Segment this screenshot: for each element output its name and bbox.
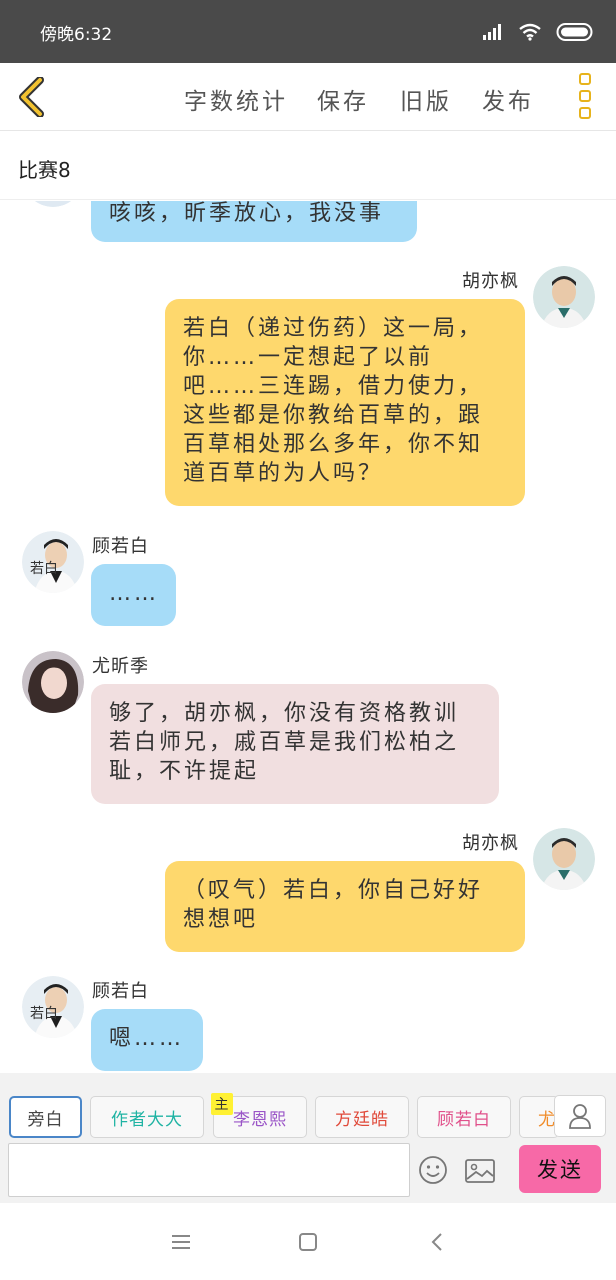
more-dot-icon	[579, 73, 591, 85]
image-icon	[465, 1159, 495, 1183]
avatar[interactable]	[533, 828, 595, 890]
more-menu-button[interactable]	[576, 73, 594, 119]
word-count-button[interactable]: 字数统计	[184, 82, 288, 116]
status-time: 傍晚6:32	[40, 25, 113, 45]
menu-nav-button[interactable]	[168, 1229, 194, 1255]
status-bar: 傍晚6:32	[0, 0, 616, 63]
message-bubble[interactable]: 咳咳，昕季放心，我没事	[91, 201, 417, 242]
character-chip-author[interactable]: 作者大大	[90, 1096, 204, 1138]
character-chip-label: 李恩熙	[233, 1109, 287, 1130]
character-bar: 旁白 作者大大 主 李恩熙 方廷皓 顾若白 尤 发送	[0, 1073, 616, 1203]
more-dot-icon	[579, 107, 591, 119]
story-title-bar[interactable]: 比赛8	[0, 132, 616, 200]
battery-icon	[556, 23, 593, 41]
more-dot-icon	[579, 90, 591, 102]
character-chip-label: 顾若白	[437, 1109, 491, 1130]
speaker-name: 顾若白	[92, 536, 149, 557]
message-bubble[interactable]: 嗯……	[91, 1009, 203, 1071]
editor-toolbar: 字数统计 保存 旧版 发布	[0, 63, 616, 131]
speaker-name: 胡亦枫	[462, 271, 519, 292]
emoji-button[interactable]	[418, 1155, 448, 1185]
insert-image-button[interactable]	[464, 1157, 496, 1185]
chat-area[interactable]: 咳咳，昕季放心，我没事 胡亦枫 若白（递过伤药）这一局，你……一定想起了以前吧……	[0, 201, 616, 1073]
character-chip-label: 方廷皓	[335, 1109, 389, 1130]
speaker-name: 顾若白	[92, 981, 149, 1002]
chevron-left-icon	[19, 77, 44, 117]
character-chip-gu-ruobai[interactable]: 顾若白	[417, 1096, 511, 1138]
signal-icon	[483, 24, 501, 40]
avatar[interactable]	[533, 266, 595, 328]
save-button[interactable]: 保存	[317, 82, 369, 116]
message-bubble[interactable]: 够了，胡亦枫，你没有资格教训若白师兄，戚百草是我们松柏之耻，不许提起	[91, 684, 499, 804]
character-chip-label: 旁白	[27, 1109, 64, 1130]
svg-text:若白: 若白	[30, 1006, 58, 1022]
main-character-badge: 主	[211, 1093, 233, 1115]
system-nav-bar	[0, 1203, 616, 1280]
menu-icon	[172, 1235, 190, 1249]
avatar[interactable]	[22, 201, 84, 207]
back-button[interactable]	[14, 75, 48, 119]
back-triangle-icon	[431, 1233, 442, 1251]
send-button[interactable]: 发送	[519, 1145, 601, 1193]
home-nav-button[interactable]	[295, 1229, 321, 1255]
avatar[interactable]: 若白	[22, 976, 84, 1038]
character-chip-you[interactable]: 尤	[519, 1096, 559, 1138]
message-bubble[interactable]: （叹气）若白，你自己好好想想吧	[165, 861, 525, 952]
speaker-name: 尤昕季	[92, 656, 149, 677]
speaker-name: 胡亦枫	[462, 833, 519, 854]
home-square-icon	[299, 1233, 317, 1251]
story-title: 比赛8	[18, 158, 71, 182]
publish-button[interactable]: 发布	[482, 82, 534, 116]
avatar[interactable]	[22, 651, 84, 713]
avatar[interactable]: 若白	[22, 531, 84, 593]
person-icon	[569, 1104, 591, 1129]
emoji-icon	[419, 1156, 447, 1184]
message-bubble[interactable]: ……	[91, 564, 176, 626]
add-character-button[interactable]	[554, 1095, 606, 1137]
status-icons	[482, 22, 596, 42]
message-bubble[interactable]: 若白（递过伤药）这一局，你……一定想起了以前吧……三连踢，借力使力，这些都是你教…	[165, 299, 525, 506]
old-version-button[interactable]: 旧版	[400, 82, 452, 116]
character-chip-narrator[interactable]: 旁白	[9, 1096, 82, 1138]
back-nav-button[interactable]	[424, 1229, 450, 1255]
character-chip-fang-tinghao[interactable]: 方廷皓	[315, 1096, 409, 1138]
message-input[interactable]	[8, 1143, 410, 1197]
character-chip-li-enxi[interactable]: 主 李恩熙	[211, 1093, 307, 1138]
wifi-icon	[519, 23, 541, 41]
character-chip-label: 作者大大	[111, 1109, 183, 1130]
svg-text:若白: 若白	[30, 561, 58, 577]
